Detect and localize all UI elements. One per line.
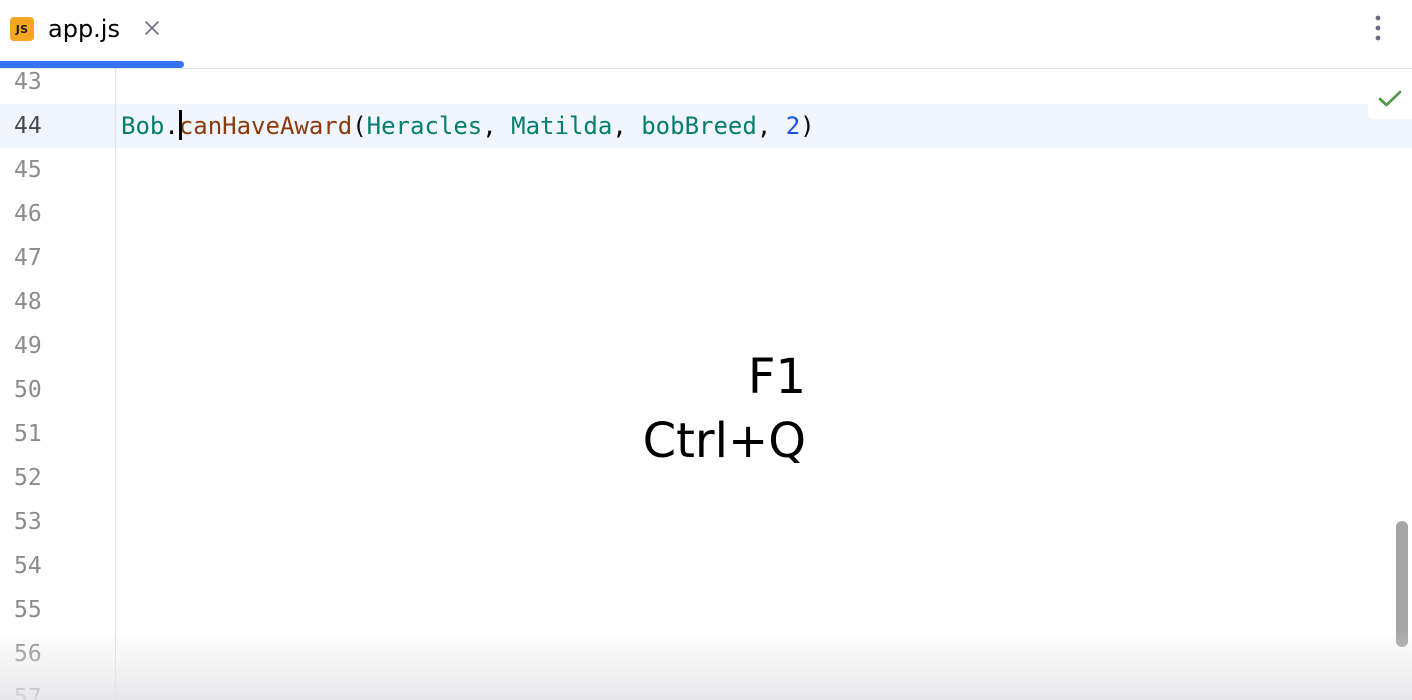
code-object-identifier: Bob bbox=[121, 112, 165, 140]
code-argument: bobBreed bbox=[641, 112, 757, 140]
ide-window: JS app.js 43 44 45 46 47 48 49 50 51 52 … bbox=[0, 0, 1412, 700]
tab-label: app.js bbox=[48, 15, 120, 43]
code-dot: . bbox=[164, 112, 179, 140]
line-number-gutter[interactable]: 43 44 45 46 47 48 49 50 51 52 53 54 55 5… bbox=[0, 69, 116, 700]
keyboard-shortcut-overlay: F1 Ctrl+Q bbox=[600, 345, 806, 473]
editor-tab-bar: JS app.js bbox=[0, 0, 1412, 69]
line-number: 56 bbox=[14, 641, 42, 667]
kebab-menu-icon bbox=[1375, 15, 1381, 41]
javascript-file-icon: JS bbox=[10, 17, 34, 41]
text-caret bbox=[178, 110, 182, 140]
bottom-fade-overlay bbox=[0, 629, 1412, 700]
shortcut-secondary: Ctrl+Q bbox=[642, 413, 806, 469]
shortcut-primary: F1 bbox=[747, 349, 806, 405]
code-method-name[interactable]: canHaveAward bbox=[179, 112, 352, 140]
line-number: 53 bbox=[14, 509, 42, 535]
close-icon bbox=[145, 21, 159, 35]
line-number: 43 bbox=[14, 69, 42, 95]
code-separator: , bbox=[756, 112, 786, 140]
code-open-paren: ( bbox=[352, 112, 367, 140]
code-argument: Heracles bbox=[366, 112, 483, 140]
line-number: 57 bbox=[14, 685, 42, 700]
inspection-status-widget[interactable] bbox=[1368, 79, 1412, 119]
line-number: 50 bbox=[14, 377, 42, 403]
line-number-current: 44 bbox=[14, 113, 42, 139]
active-tab-indicator bbox=[0, 61, 184, 68]
code-close-paren: ) bbox=[800, 112, 815, 140]
check-icon bbox=[1378, 90, 1402, 107]
code-argument: Matilda bbox=[511, 112, 613, 140]
vertical-scrollbar-thumb[interactable] bbox=[1396, 521, 1408, 647]
line-number: 48 bbox=[14, 289, 42, 315]
line-number: 45 bbox=[14, 157, 42, 183]
code-separator: , bbox=[612, 112, 642, 140]
line-number: 55 bbox=[14, 597, 42, 623]
line-number: 52 bbox=[14, 465, 42, 491]
code-line-44[interactable]: Bob.canHaveAward(Heracles, Matilda, bobB… bbox=[121, 104, 815, 148]
line-number: 49 bbox=[14, 333, 42, 359]
close-tab-button[interactable] bbox=[141, 17, 163, 39]
line-number: 46 bbox=[14, 201, 42, 227]
tab-app-js[interactable]: JS app.js bbox=[0, 0, 184, 68]
more-options-button[interactable] bbox=[1362, 12, 1394, 44]
line-number: 51 bbox=[14, 421, 42, 447]
line-number: 47 bbox=[14, 245, 42, 271]
code-separator: , bbox=[482, 112, 512, 140]
line-number: 54 bbox=[14, 553, 42, 579]
code-editor[interactable]: 43 44 45 46 47 48 49 50 51 52 53 54 55 5… bbox=[0, 69, 1412, 700]
code-number-argument: 2 bbox=[785, 112, 801, 140]
